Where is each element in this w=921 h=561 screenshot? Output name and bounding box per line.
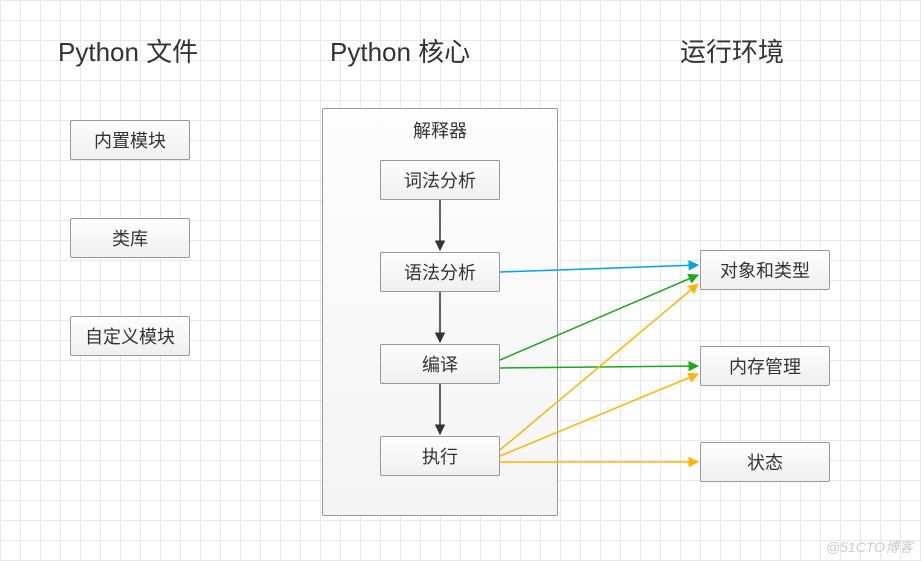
box-builtin-modules: 内置模块 xyxy=(70,120,190,160)
box-state: 状态 xyxy=(700,442,830,482)
label-interpreter: 解释器 xyxy=(323,117,557,143)
watermark: @51CTO博客 xyxy=(826,537,913,557)
box-libs: 类库 xyxy=(70,218,190,258)
label-memory-mgmt: 内存管理 xyxy=(729,353,801,379)
box-executor: 执行 xyxy=(380,436,500,476)
label-executor: 执行 xyxy=(422,443,458,469)
label-parser: 语法分析 xyxy=(404,259,476,285)
heading-python-core: Python 核心 xyxy=(330,32,470,69)
label-custom-modules: 自定义模块 xyxy=(85,323,175,349)
label-libs: 类库 xyxy=(112,225,148,251)
label-lexer: 词法分析 xyxy=(404,167,476,193)
heading-runtime-env: 运行环境 xyxy=(680,32,784,69)
label-state: 状态 xyxy=(747,449,783,475)
label-builtin-modules: 内置模块 xyxy=(94,127,166,153)
label-compiler: 编译 xyxy=(422,351,458,377)
box-objects-types: 对象和类型 xyxy=(700,250,830,290)
box-custom-modules: 自定义模块 xyxy=(70,316,190,356)
box-parser: 语法分析 xyxy=(380,252,500,292)
box-compiler: 编译 xyxy=(380,344,500,384)
box-lexer: 词法分析 xyxy=(380,160,500,200)
box-memory-mgmt: 内存管理 xyxy=(700,346,830,386)
label-objects-types: 对象和类型 xyxy=(720,257,810,283)
heading-python-files: Python 文件 xyxy=(58,32,198,69)
